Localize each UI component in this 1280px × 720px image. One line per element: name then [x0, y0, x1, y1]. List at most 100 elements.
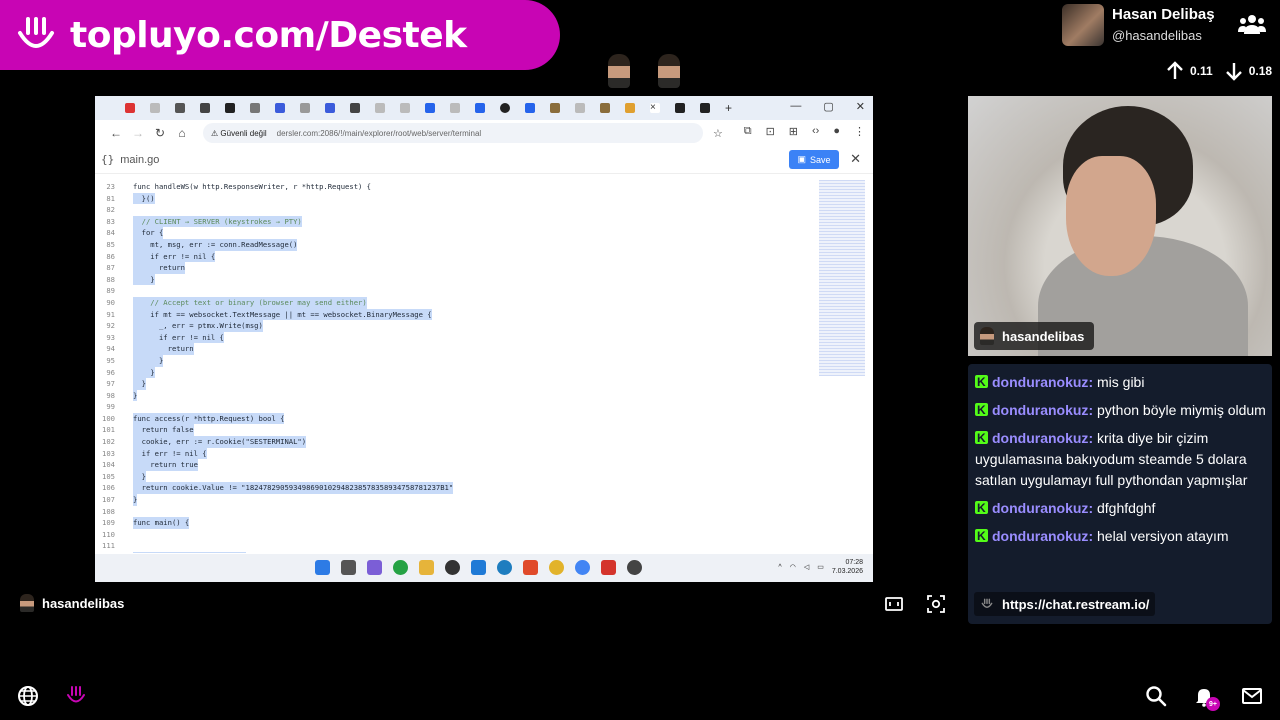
address-row: ← → ↻ ⌂ ⚠ Güvenli değil dersler.com:2086… [95, 120, 873, 146]
close-window-icon[interactable]: ✕ [856, 100, 865, 113]
chrome-icon[interactable] [549, 560, 564, 575]
tab-icon[interactable] [700, 103, 710, 113]
vscode-icon[interactable] [471, 560, 486, 575]
taskview-icon[interactable] [341, 560, 356, 575]
github-icon[interactable] [445, 560, 460, 575]
tab-icon[interactable] [150, 103, 160, 113]
avatar [608, 54, 630, 88]
star-icon[interactable]: ☆ [713, 127, 723, 140]
code-line: 86 if err != nil { [95, 250, 815, 263]
code-text: if err != nil { [133, 447, 207, 460]
close-tab-icon[interactable]: × [650, 103, 660, 113]
extensions-icon[interactable]: ⧉ [744, 125, 752, 138]
start-icon[interactable] [315, 560, 330, 575]
menu-icon[interactable]: ⋮ [854, 125, 865, 138]
code-editor[interactable]: 23 func handleWS(w http.ResponseWriter, r… [95, 181, 815, 553]
security-label: Güvenli değil [220, 128, 267, 138]
app-icon[interactable] [367, 560, 382, 575]
tab-icon[interactable] [575, 103, 585, 113]
battery-icon[interactable]: ▭ [817, 563, 824, 571]
stream-source-name: hasandelibas [42, 595, 125, 611]
tab-icon[interactable] [625, 103, 635, 113]
chat-username[interactable]: donduranokuz [992, 500, 1088, 516]
chat-username[interactable]: donduranokuz [992, 430, 1088, 446]
people-icon[interactable] [1238, 12, 1266, 36]
line-number: 112 [95, 552, 119, 553]
address-bar[interactable]: ⚠ Güvenli değil dersler.com:2086/!/main/… [203, 123, 703, 143]
tab-icon[interactable] [225, 103, 235, 113]
taskbar-clock[interactable]: 07:28 7.03.2026 [832, 558, 863, 576]
app-icon[interactable] [627, 560, 642, 575]
chat-text: helal versiyon atayım [1097, 528, 1229, 544]
topluyo-banner[interactable]: topluyo.com/Destek [0, 0, 560, 70]
edge-icon[interactable] [497, 560, 512, 575]
window-controls: — ▢ ✕ [790, 100, 865, 113]
chat-username[interactable]: donduranokuz [992, 528, 1088, 544]
code-text: port := argument("port") [133, 552, 246, 553]
back-icon[interactable]: ← [105, 126, 127, 140]
line-number: 105 [102, 471, 115, 481]
tab-icon[interactable] [600, 103, 610, 113]
chevron-up-icon[interactable]: ^ [778, 564, 781, 571]
close-editor-icon[interactable]: ✕ [850, 151, 861, 167]
chat-username[interactable]: donduranokuz [992, 374, 1088, 390]
tab-icon[interactable] [475, 103, 485, 113]
tab-icon[interactable] [200, 103, 210, 113]
tab-icon[interactable] [250, 103, 260, 113]
grid-icon[interactable]: ⊞ [789, 125, 798, 138]
tab-icon[interactable] [675, 103, 685, 113]
maximize-icon[interactable]: ▢ [823, 100, 833, 113]
globe-icon[interactable] [16, 684, 40, 708]
folder-icon[interactable] [419, 560, 434, 575]
brave-icon[interactable] [523, 560, 538, 575]
save-icon: ▣ [797, 154, 806, 164]
focus-icon[interactable] [926, 594, 946, 614]
profile-icon[interactable]: ● [833, 125, 840, 138]
volume-icon[interactable]: ◁ [804, 563, 809, 571]
code-line: 93 if err != nil { [95, 331, 815, 344]
code-text: return cookie.Value != "1824782905934986… [133, 482, 454, 495]
new-tab-icon[interactable]: + [725, 102, 735, 114]
tab-icon[interactable] [450, 103, 460, 113]
save-button[interactable]: ▣ Save [789, 150, 839, 169]
tab-icon[interactable] [300, 103, 310, 113]
wifi-icon[interactable]: ◠ [790, 563, 796, 571]
minimize-icon[interactable]: — [790, 100, 801, 113]
home-icon[interactable]: ⌂ [171, 126, 193, 140]
tab-icon[interactable] [325, 103, 335, 113]
code-line: 100 func access(r *http.Request) bool { [95, 412, 815, 425]
code-text: for { [133, 227, 164, 239]
app-icon[interactable] [601, 560, 616, 575]
reload-icon[interactable]: ↻ [149, 126, 171, 140]
chat-link[interactable]: https://chat.restream.io/ [974, 592, 1156, 616]
forward-icon[interactable]: → [127, 126, 149, 140]
github-icon[interactable] [500, 103, 510, 113]
tab-icon[interactable] [175, 103, 185, 113]
tab-icon[interactable] [400, 103, 410, 113]
line-number: 94 [106, 344, 115, 354]
tab-icon[interactable] [550, 103, 560, 113]
screenshot-icon[interactable]: ⊡ [766, 125, 775, 138]
security-warning[interactable]: ⚠ Güvenli değil [211, 129, 267, 138]
whatsapp-icon[interactable] [393, 560, 408, 575]
chat-link-text: https://chat.restream.io/ [1002, 596, 1150, 612]
mail-icon[interactable] [1240, 684, 1264, 708]
profile-avatar[interactable] [1062, 4, 1104, 46]
chrome-active-icon[interactable] [575, 560, 590, 575]
line-number: 103 [102, 448, 115, 458]
theater-mode-icon[interactable] [884, 594, 904, 614]
chat-message: donduranokuz: helal versiyon atayım [975, 526, 1266, 547]
line-number: 88 [106, 274, 115, 284]
tab-icon[interactable] [425, 103, 435, 113]
tab-icon[interactable] [525, 103, 535, 113]
search-icon[interactable] [1144, 684, 1168, 708]
tab-icon[interactable] [350, 103, 360, 113]
code-icon[interactable]: ‹› [812, 125, 819, 138]
tab-icon[interactable] [375, 103, 385, 113]
tab-icon[interactable] [275, 103, 285, 113]
chat-username[interactable]: donduranokuz [992, 402, 1088, 418]
topluyo-logo-icon[interactable] [64, 684, 88, 708]
code-text: return true [133, 459, 198, 471]
tab-icon[interactable] [125, 103, 135, 113]
code-minimap[interactable] [819, 180, 865, 376]
